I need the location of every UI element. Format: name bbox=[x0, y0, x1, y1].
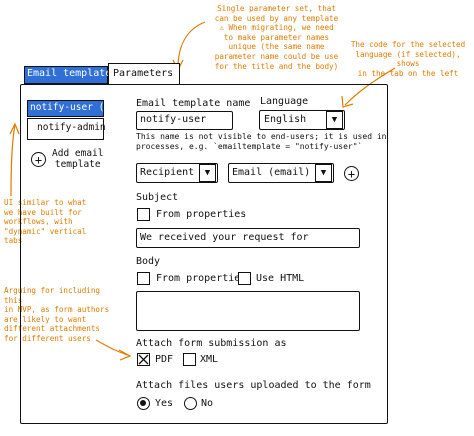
body-use-html-label: Use HTML bbox=[256, 273, 305, 284]
language-value: English bbox=[264, 114, 307, 125]
template-name-label: Email template name bbox=[136, 98, 251, 109]
attach-xml-label: XML bbox=[200, 354, 219, 365]
plus-icon: + bbox=[347, 166, 356, 181]
note-single-parameter-set: Single parameter set, that can be used b… bbox=[214, 4, 339, 71]
body-use-html-checkbox[interactable] bbox=[238, 272, 251, 285]
body-from-properties-label: From properties bbox=[156, 273, 247, 284]
plus-icon: + bbox=[34, 152, 43, 167]
attach-pdf-label: PDF bbox=[155, 354, 174, 365]
add-template-label: Add email template bbox=[52, 148, 104, 170]
uploads-yes-label: Yes bbox=[155, 398, 174, 409]
uploads-no-label: No bbox=[201, 398, 214, 409]
attach-uploads-label: Attach files users uploaded to the form bbox=[136, 380, 371, 391]
chevron-down-icon: ▼ bbox=[331, 115, 338, 125]
attach-xml-checkbox[interactable] bbox=[183, 353, 196, 366]
language-label: Language bbox=[260, 96, 309, 107]
add-template-button[interactable]: + bbox=[31, 152, 46, 167]
language-dropdown-arrow[interactable]: ▼ bbox=[326, 111, 343, 129]
recipient-type-dropdown-arrow[interactable]: ▼ bbox=[199, 164, 216, 182]
subject-from-properties-label: From properties bbox=[156, 209, 247, 220]
vertical-tab-notify-admin-label: notify-admin bbox=[37, 122, 106, 133]
subject-label: Subject bbox=[136, 192, 179, 203]
tab-email-templates-label: Email templates bbox=[27, 68, 118, 79]
recipient-value: Email (email) bbox=[232, 167, 311, 178]
template-name-help: This name is not visible to end-users; i… bbox=[136, 132, 387, 151]
radio-selected-dot bbox=[140, 400, 146, 406]
chevron-down-icon: ▼ bbox=[204, 168, 211, 178]
vertical-tab-notify-user-label: notify-user (en) bbox=[30, 102, 122, 113]
tab-parameters-label: Parameters bbox=[113, 68, 174, 79]
recipient-type-value: Recipient bbox=[140, 167, 195, 178]
uploads-yes-radio[interactable] bbox=[137, 397, 150, 410]
subject-value: We received your request for bbox=[140, 232, 309, 243]
attach-submission-label: Attach form submission as bbox=[136, 338, 287, 349]
template-name-value: notify-user bbox=[140, 114, 207, 125]
add-recipient-button[interactable]: + bbox=[344, 166, 359, 181]
body-textarea[interactable] bbox=[136, 291, 360, 331]
body-from-properties-checkbox[interactable] bbox=[137, 272, 150, 285]
note-language-code: The code for the selected language (if s… bbox=[350, 40, 466, 78]
subject-from-properties-checkbox[interactable] bbox=[137, 208, 150, 221]
attach-pdf-checkbox[interactable] bbox=[137, 353, 150, 366]
chevron-down-icon: ▼ bbox=[320, 168, 327, 178]
uploads-no-radio[interactable] bbox=[184, 397, 197, 410]
checkmark-icon bbox=[138, 354, 148, 364]
recipient-dropdown-arrow[interactable]: ▼ bbox=[315, 164, 332, 182]
body-label: Body bbox=[136, 256, 161, 267]
